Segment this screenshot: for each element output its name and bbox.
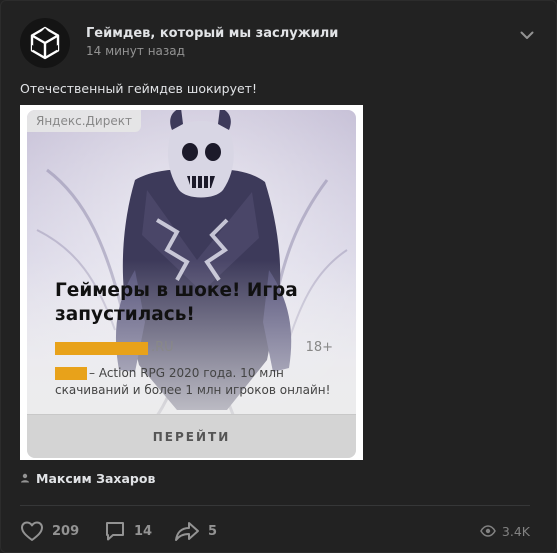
views-count: 3.4K	[501, 523, 530, 539]
like-button[interactable]: 209	[20, 519, 79, 543]
ad-source-label: Яндекс.Директ	[27, 110, 141, 132]
chevron-down-icon	[520, 31, 534, 39]
ad-domain-row: .RU 18+	[55, 340, 337, 358]
community-avatar[interactable]	[20, 18, 70, 68]
heart-icon	[21, 521, 43, 541]
actions-divider	[20, 505, 530, 506]
post-card: Геймдев, который мы заслужили 14 минут н…	[0, 0, 557, 553]
ad-block: Яндекс.Директ Геймеры в шоке! Игра запус…	[20, 105, 363, 460]
redacted-domain-block	[55, 342, 148, 355]
like-count: 209	[52, 523, 80, 539]
comment-button[interactable]: 14	[104, 519, 152, 543]
share-button[interactable]: 5	[174, 519, 217, 543]
unity-logo-icon	[30, 26, 60, 60]
ad-cta-label: ПЕРЕЙТИ	[152, 429, 231, 444]
post-text: Отечественный геймдев шокирует!	[20, 81, 257, 96]
redacted-game-name-block	[55, 367, 87, 380]
ad-headline[interactable]: Геймеры в шоке! Игра запустилась!	[55, 279, 325, 327]
post-menu-button[interactable]	[518, 26, 536, 44]
ad-description-wrapper: – Action RPG 2020 года. 10 млн скачивани…	[55, 365, 331, 399]
ad-banner[interactable]: Яндекс.Директ Геймеры в шоке! Игра запус…	[27, 110, 356, 458]
ad-domain-suffix[interactable]: .RU	[151, 340, 174, 355]
person-icon	[21, 473, 29, 483]
post-header: Геймдев, который мы заслужили 14 минут н…	[20, 18, 536, 68]
author-name[interactable]: Максим Захаров	[36, 471, 155, 486]
share-arrow-icon	[175, 522, 199, 541]
post-actions: 209 14 5 3.4K	[20, 519, 530, 543]
ad-age-rating: 18+	[305, 340, 333, 355]
post-time[interactable]: 14 минут назад	[86, 44, 185, 58]
comment-icon	[106, 522, 124, 541]
views-counter: 3.4K	[480, 519, 530, 543]
eye-icon	[480, 525, 496, 537]
comment-count: 14	[134, 523, 153, 539]
post-author[interactable]: Максим Захаров	[20, 470, 155, 486]
ad-cta-button[interactable]: ПЕРЕЙТИ	[27, 414, 356, 458]
share-count: 5	[208, 523, 218, 539]
ad-description: – Action RPG 2020 года. 10 млн скачивани…	[55, 366, 331, 397]
community-name[interactable]: Геймдев, который мы заслужили	[86, 26, 338, 41]
